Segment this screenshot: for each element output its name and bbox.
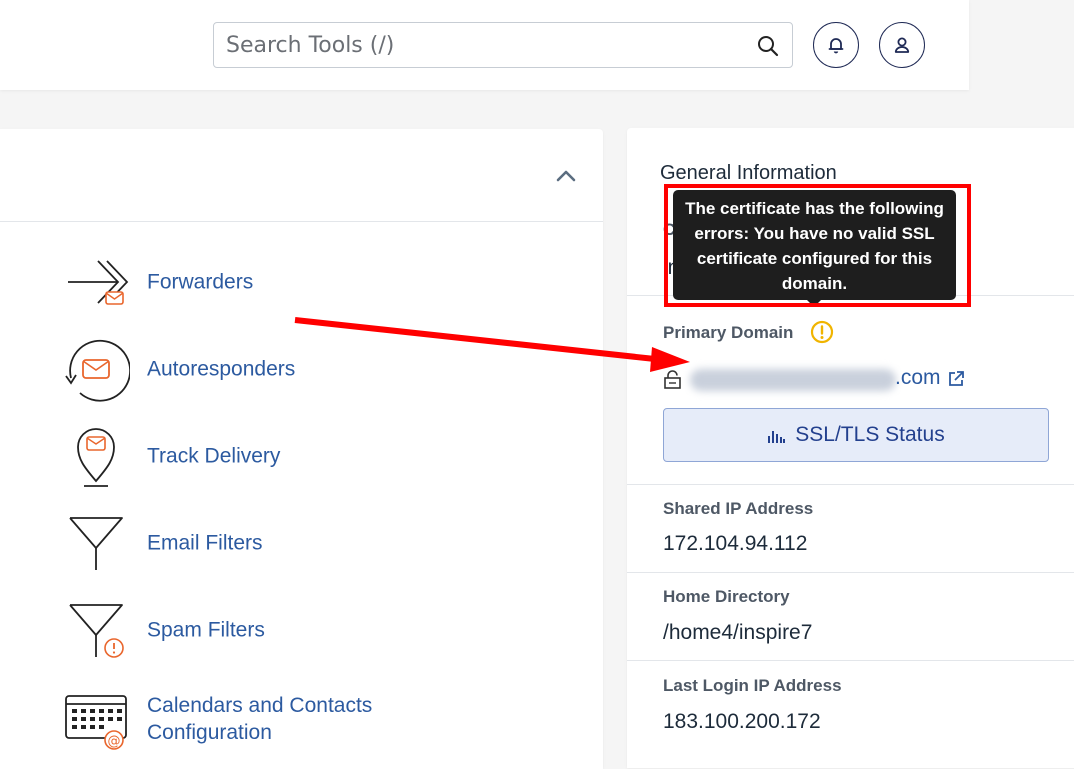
primary-domain-label: Primary Domain bbox=[663, 323, 794, 342]
email-filters-icon bbox=[69, 517, 123, 570]
search-tools-input[interactable]: Search Tools (/) bbox=[213, 22, 793, 68]
tool-label: Spam Filters bbox=[147, 618, 265, 642]
last-login-ip-value: 183.100.200.172 bbox=[663, 710, 821, 733]
calendar-icon: @ bbox=[65, 695, 127, 750]
lock-icon bbox=[664, 370, 681, 389]
shared-ip-label: Shared IP Address bbox=[663, 499, 814, 518]
forwarders-icon bbox=[68, 260, 129, 305]
top-header: Search Tools (/) bbox=[0, 0, 969, 90]
tool-autoresponders[interactable]: Autoresponders bbox=[60, 336, 580, 402]
home-directory-label: Home Directory bbox=[663, 587, 790, 606]
spam-filters-icon bbox=[69, 604, 124, 658]
last-login-ip-label: Last Login IP Address bbox=[663, 676, 842, 695]
section-divider bbox=[627, 572, 1074, 573]
search-icon[interactable] bbox=[756, 34, 780, 58]
panel-title: General Information bbox=[660, 162, 837, 184]
bar-chart-icon bbox=[768, 431, 786, 443]
tool-label: Autoresponders bbox=[147, 357, 296, 381]
bell-icon bbox=[828, 38, 844, 54]
notifications-button[interactable] bbox=[813, 22, 859, 68]
user-menu-button[interactable] bbox=[879, 22, 925, 68]
svg-text:@: @ bbox=[108, 734, 121, 749]
tool-label: Forwarders bbox=[147, 270, 254, 294]
home-directory-value: /home4/inspire7 bbox=[663, 621, 813, 644]
tool-forwarders[interactable]: Forwarders bbox=[60, 249, 580, 315]
chevron-up-icon[interactable] bbox=[555, 166, 577, 186]
autoresponders-icon bbox=[65, 339, 130, 402]
warning-icon[interactable] bbox=[810, 320, 834, 344]
tool-track-delivery[interactable]: Track Delivery bbox=[60, 423, 580, 489]
panel-divider bbox=[0, 221, 603, 222]
tool-calendars-contacts[interactable]: @ Calendars and Contacts Configuration bbox=[60, 686, 580, 752]
annotation-highlight-box bbox=[664, 184, 971, 307]
ssl-button-label: SSL/TLS Status bbox=[795, 423, 945, 446]
redacted-domain[interactable] bbox=[690, 369, 896, 391]
tool-email-filters[interactable]: Email Filters bbox=[60, 510, 580, 576]
external-link-icon[interactable] bbox=[947, 370, 965, 388]
section-divider bbox=[627, 484, 1074, 485]
track-delivery-icon bbox=[77, 428, 115, 487]
primary-domain-link[interactable]: .com bbox=[895, 366, 941, 390]
ssl-tls-status-button[interactable]: SSL/TLS Status bbox=[663, 408, 1049, 462]
tool-label: Track Delivery bbox=[147, 444, 281, 468]
section-divider bbox=[627, 660, 1074, 661]
search-placeholder: Search Tools (/) bbox=[226, 33, 395, 58]
email-tools-panel: Forwarders Autoresponders Track Delivery… bbox=[0, 129, 603, 769]
shared-ip-value: 172.104.94.112 bbox=[663, 532, 808, 555]
tool-label: Email Filters bbox=[147, 531, 263, 555]
user-icon bbox=[894, 37, 910, 53]
tool-spam-filters[interactable]: Spam Filters bbox=[60, 597, 580, 663]
tool-label: Calendars and Contacts Configuration bbox=[147, 694, 373, 744]
